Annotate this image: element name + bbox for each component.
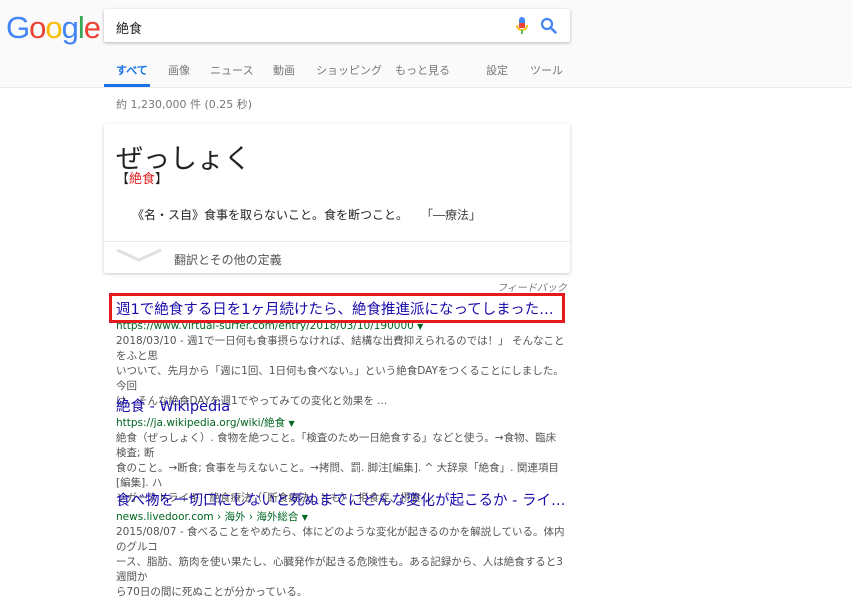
result-title-link[interactable]: 絶食 - Wikipedia	[116, 398, 566, 416]
search-input[interactable]: 絶食	[116, 18, 142, 37]
tab-more[interactable]: もっと見る	[395, 62, 450, 78]
tab-shopping[interactable]: ショッピング	[316, 62, 382, 78]
dropdown-arrow-icon[interactable]: ▼	[302, 513, 308, 522]
microphone-icon[interactable]	[515, 17, 529, 35]
tab-settings[interactable]: 設定	[486, 62, 508, 78]
search-result: 食べ物を一切口にしないと死ぬまでにどんな変化が起こるか - ライブド... ne…	[116, 492, 566, 600]
dropdown-arrow-icon[interactable]: ▼	[288, 419, 294, 428]
tab-news[interactable]: ニュース	[210, 62, 253, 78]
tab-tools[interactable]: ツール	[530, 62, 563, 78]
active-tab-indicator	[104, 84, 150, 87]
tab-images[interactable]: 画像	[168, 62, 190, 78]
card-divider	[104, 241, 570, 242]
chevron-down-icon[interactable]	[115, 248, 163, 262]
result-stats: 約 1,230,000 件 (0.25 秒)	[116, 98, 253, 111]
result-url: https://ja.wikipedia.org/wiki/絶食 ▼	[116, 417, 295, 429]
result-title-link[interactable]: 食べ物を一切口にしないと死ぬまでにどんな変化が起こるか - ライブド...	[116, 492, 566, 510]
annotation-highlight-box	[109, 293, 565, 323]
result-snippet: 2015/08/07 - 食べることをやめたら、体にどのような変化が起きるのかを…	[116, 526, 565, 598]
result-url: news.livedoor.com › 海外 › 海外総合 ▼	[116, 511, 308, 523]
feedback-link[interactable]: フィードバック	[497, 279, 567, 294]
search-box[interactable]: 絶食	[104, 9, 570, 42]
search-result: 絶食 - Wikipedia https://ja.wikipedia.org/…	[116, 398, 566, 506]
header: Google 絶食 すべて 画像 ニュース 動画 ショッピング もっと見る 設定…	[0, 0, 852, 88]
tab-videos[interactable]: 動画	[273, 62, 295, 78]
tab-all[interactable]: すべて	[116, 62, 148, 78]
dictionary-kanji: 【絶食】	[116, 172, 169, 187]
more-definitions-link[interactable]: 翻訳とその他の定義	[174, 251, 282, 268]
dictionary-example: 「―療法」	[421, 208, 482, 222]
dropdown-arrow-icon[interactable]: ▼	[417, 322, 423, 331]
search-tabs: すべて 画像 ニュース 動画 ショッピング もっと見る 設定 ツール	[0, 62, 852, 87]
search-icon[interactable]	[540, 17, 557, 34]
dictionary-definition: 《名・ス自》食事を取らないこと。食を断つこと。	[132, 208, 409, 222]
dictionary-card: ぜっしょく 【絶食】 《名・ス自》食事を取らないこと。食を断つこと。 「―療法」…	[104, 124, 570, 273]
google-logo[interactable]: Google	[6, 10, 101, 46]
